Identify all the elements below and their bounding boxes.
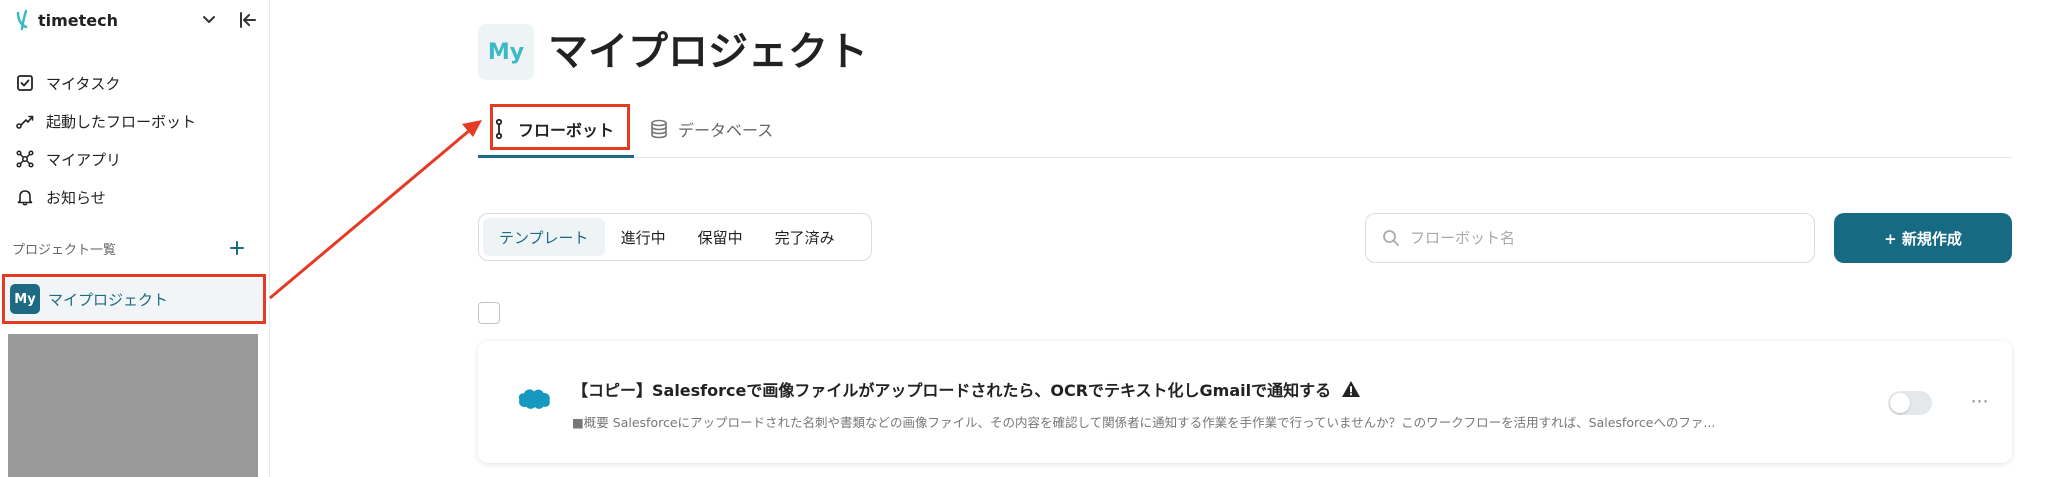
status-filter-group: テンプレート 進行中 保留中 完了済み <box>478 213 872 261</box>
more-options-button[interactable]: ⋯ <box>1966 389 1994 413</box>
warning-icon <box>1342 381 1361 397</box>
sidebar-item-label: マイアプリ <box>46 150 122 169</box>
highlight-box-tab <box>490 104 630 150</box>
highlight-box-project <box>2 274 266 324</box>
database-icon <box>651 119 667 138</box>
timetech-logo-icon <box>16 9 28 31</box>
search-field[interactable] <box>1365 213 1815 263</box>
page-avatar: My <box>478 24 534 80</box>
page-title: マイプロジェクト <box>548 29 868 75</box>
bell-icon <box>17 190 33 206</box>
sidebar: timetech マイタスク 起動したフローボット マイアプリ お知らせ プロジ… <box>0 0 270 477</box>
filter-in-progress[interactable]: 進行中 <box>605 218 682 256</box>
salesforce-cloud-icon <box>518 389 550 409</box>
flowbot-description: ■概要 Salesforceにアップロードされた名刺や書類などの画像ファイル、そ… <box>572 415 1716 430</box>
redacted-block <box>8 334 258 477</box>
create-new-button[interactable]: + 新規作成 <box>1834 213 2012 263</box>
collapse-left-icon <box>240 12 256 28</box>
workspace-switcher[interactable]: timetech <box>14 8 118 32</box>
filter-on-hold[interactable]: 保留中 <box>682 218 759 256</box>
add-project-button[interactable] <box>226 237 248 259</box>
sidebar-item-my-apps[interactable]: マイアプリ <box>12 140 258 178</box>
search-icon <box>1383 230 1399 246</box>
filter-completed[interactable]: 完了済み <box>759 218 851 256</box>
tab-bar: フローボット データベース <box>478 100 2012 158</box>
sidebar-item-label: お知らせ <box>46 188 106 207</box>
sidebar-nav: マイタスク 起動したフローボット マイアプリ お知らせ <box>12 64 258 216</box>
checkbox-icon <box>17 75 33 91</box>
select-all-checkbox[interactable] <box>478 302 500 324</box>
sidebar-item-notifications[interactable]: お知らせ <box>12 178 258 216</box>
apps-icon <box>16 150 34 168</box>
project-list-heading: プロジェクト一覧 <box>12 243 117 258</box>
flow-icon <box>16 115 34 129</box>
active-tab-indicator <box>478 155 634 158</box>
flowbot-title-text: 【コピー】Salesforceで画像ファイルがアップロードされたら、OCRでテキ… <box>572 381 1332 400</box>
sidebar-item-my-tasks[interactable]: マイタスク <box>12 64 258 102</box>
flowbot-title[interactable]: 【コピー】Salesforceで画像ファイルがアップロードされたら、OCRでテキ… <box>572 377 1361 401</box>
filter-template[interactable]: テンプレート <box>483 218 605 256</box>
workspace-name: timetech <box>38 10 119 30</box>
sidebar-item-label: 起動したフローボット <box>46 112 197 131</box>
flowbot-enable-toggle[interactable] <box>1888 391 1932 415</box>
flowbot-card[interactable]: 【コピー】Salesforceで画像ファイルがアップロードされたら、OCRでテキ… <box>478 341 2012 463</box>
sidebar-item-launched-flowbots[interactable]: 起動したフローボット <box>12 102 258 140</box>
chevron-down-icon[interactable] <box>200 10 218 28</box>
sidebar-item-label: マイタスク <box>46 74 121 93</box>
tab-database[interactable]: データベース <box>648 100 773 157</box>
collapse-sidebar-button[interactable] <box>236 8 260 32</box>
search-input[interactable] <box>1410 229 1790 247</box>
plus-icon <box>230 241 244 255</box>
tab-label: データベース <box>678 120 774 140</box>
